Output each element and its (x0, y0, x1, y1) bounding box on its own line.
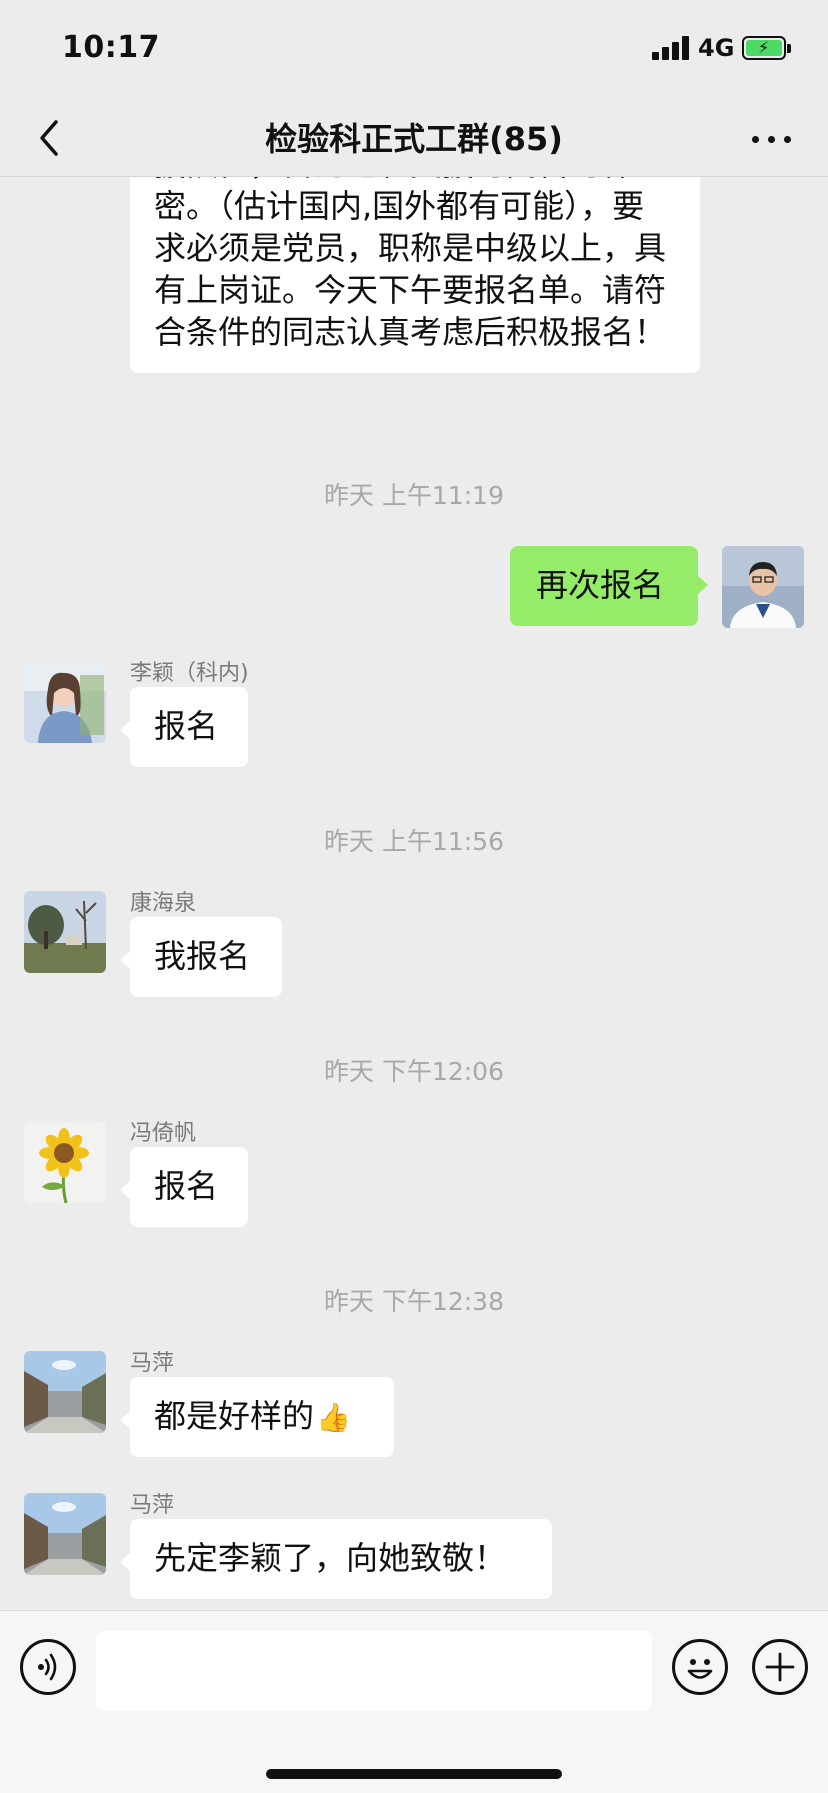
sender-name: 马萍 (130, 1493, 175, 1518)
status-bar: 10:17 4G ⚡ (0, 0, 828, 100)
avatar[interactable] (24, 891, 106, 973)
message-text: 援队伍，目的地和支援时间暂时保密。（估计国内,国外都有可能），要求必须是党员，职… (154, 177, 667, 351)
message-text: 我报名 (154, 937, 251, 975)
message-bubble[interactable]: 先定李颖了，向她致敬！ (130, 1519, 552, 1599)
message-bubble-self[interactable]: 再次报名 (510, 546, 698, 626)
bubble-tail (120, 1411, 130, 1429)
chat-header: 检验科正式工群(85) (0, 100, 828, 177)
message-text: 报名 (154, 707, 219, 745)
bubble-tail (698, 576, 708, 594)
message-bubble[interactable]: 报名 (130, 1147, 248, 1227)
avatar[interactable] (24, 1121, 106, 1203)
message-text: 先定李颖了，向她致敬！ (154, 1539, 507, 1577)
bubble-tail (120, 951, 130, 969)
message-text: 报名 (154, 1167, 219, 1205)
timestamp: 昨天 下午12:38 (324, 1287, 504, 1316)
battery-icon: ⚡ (742, 36, 786, 60)
network-label: 4G (698, 34, 735, 62)
message-bubble[interactable]: 报名 (130, 687, 248, 767)
input-bar (0, 1610, 828, 1793)
sender-name: 马萍 (130, 1351, 175, 1376)
avatar[interactable] (24, 1493, 106, 1575)
signal-icon (652, 36, 692, 60)
message-bubble[interactable]: 都是好样的👍 (130, 1377, 394, 1457)
message-text: 再次报名 (536, 566, 665, 604)
message-input[interactable] (96, 1631, 652, 1711)
sender-name: 李颖（科内) (130, 661, 249, 686)
thumbs-up-emoji: 👍 (316, 1401, 351, 1434)
chat-title: 检验科正式工群(85) (265, 120, 563, 158)
message-text: 都是好样的 (154, 1397, 315, 1435)
timestamp: 昨天 上午11:56 (324, 827, 504, 856)
message-list[interactable]: 援队伍，目的地和支援时间暂时保密。（估计国内,国外都有可能），要求必须是党员，职… (0, 177, 828, 1610)
voice-icon[interactable] (20, 1639, 76, 1695)
avatar[interactable] (24, 661, 106, 743)
bubble-tail (120, 1553, 130, 1571)
message-bubble[interactable]: 我报名 (130, 917, 282, 997)
plus-icon[interactable] (752, 1639, 808, 1695)
more-options-icon[interactable] (748, 116, 798, 160)
timestamp: 昨天 上午11:19 (324, 481, 504, 510)
avatar[interactable] (24, 1351, 106, 1433)
bubble-tail (120, 721, 130, 739)
sender-name: 冯倚帆 (130, 1121, 197, 1146)
timestamp: 昨天 下午12:06 (324, 1057, 504, 1086)
emoji-icon[interactable] (672, 1639, 728, 1695)
message-bubble[interactable]: 援队伍，目的地和支援时间暂时保密。（估计国内,国外都有可能），要求必须是党员，职… (130, 177, 700, 373)
bubble-tail (120, 1181, 130, 1199)
home-indicator (266, 1769, 562, 1779)
status-time: 10:17 (62, 30, 160, 65)
avatar-self[interactable] (722, 546, 804, 628)
battery-tip (787, 44, 791, 53)
sender-name: 康海泉 (130, 891, 197, 916)
